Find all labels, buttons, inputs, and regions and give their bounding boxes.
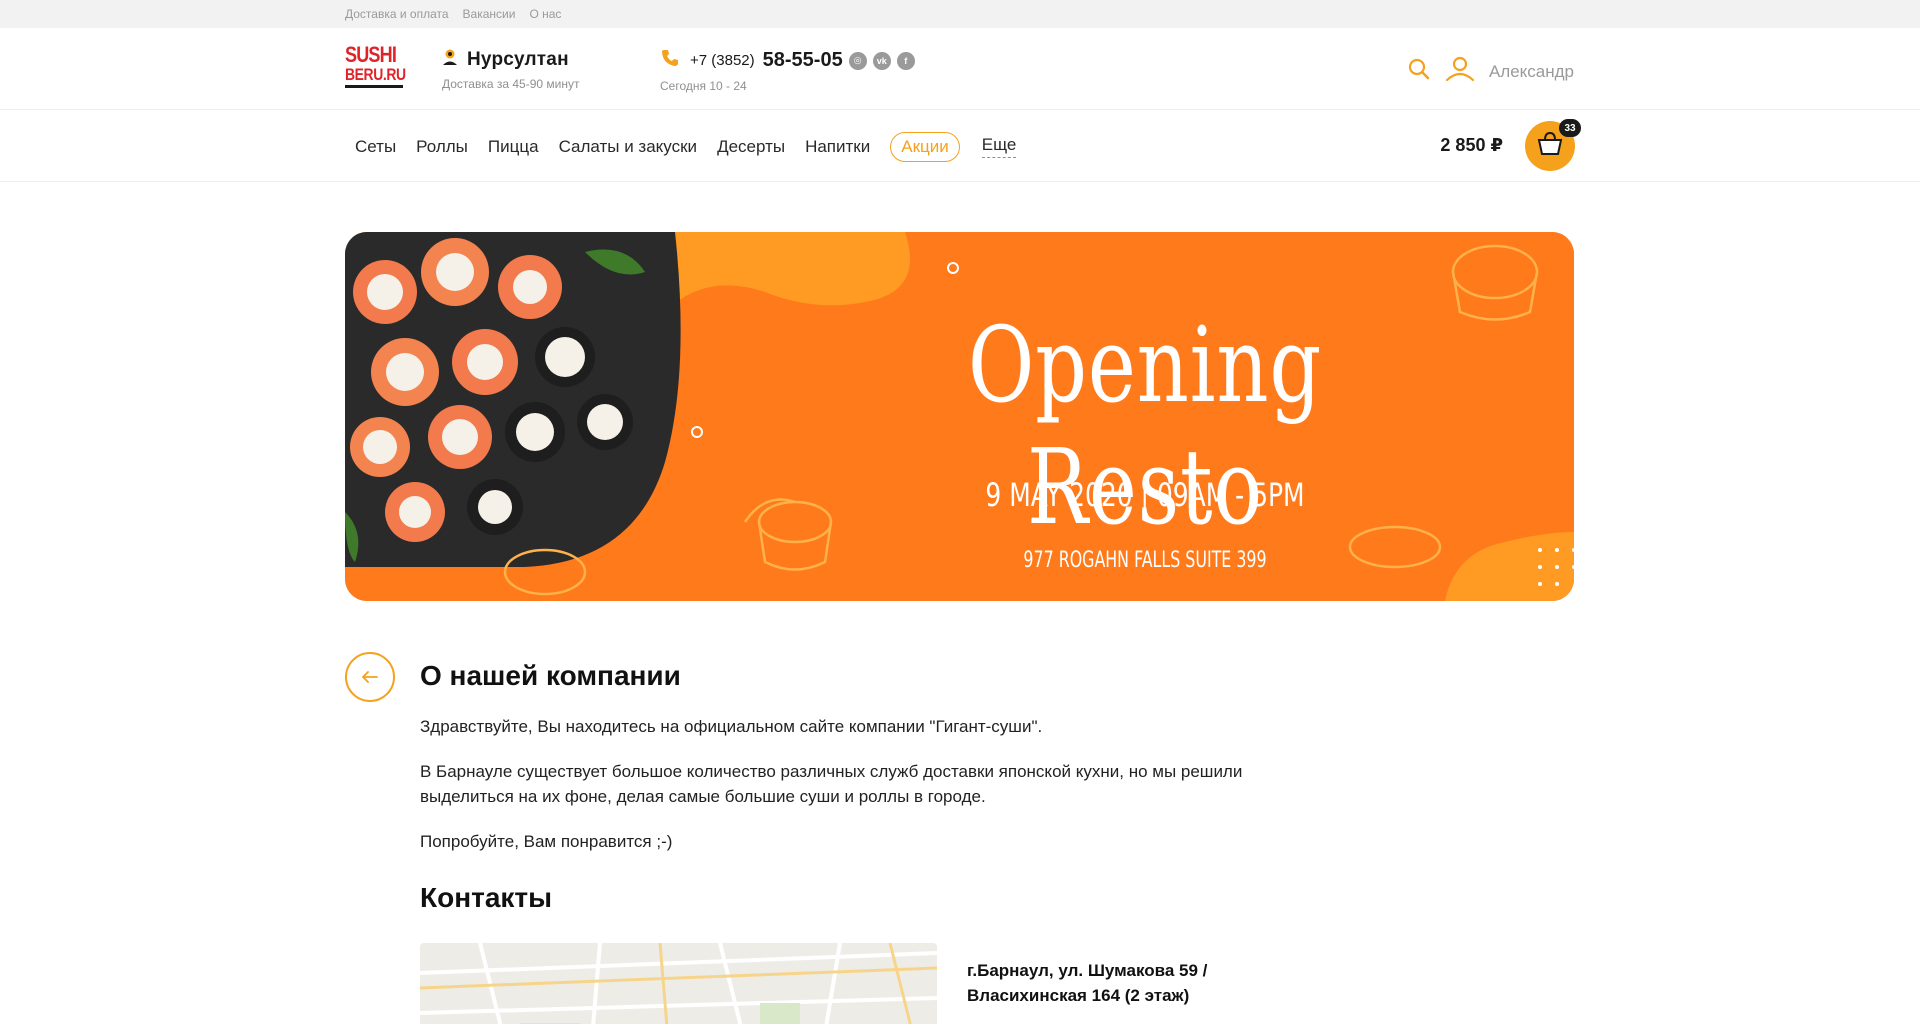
logo-text-bottom: BERU.RU xyxy=(345,65,406,84)
user-icon[interactable] xyxy=(1445,56,1475,87)
logo-underline xyxy=(345,85,403,88)
phone-block: +7 (3852) 58-55-05 ◎ vk f Сегодня 10 - 2… xyxy=(660,48,915,93)
phone-prefix[interactable]: +7 (3852) xyxy=(690,52,755,69)
header-right: Александр xyxy=(1407,56,1574,87)
city-name: Нурсултан xyxy=(467,48,569,70)
header: SUSHI BERU.RU Нурсултан Доставка за 45-9… xyxy=(0,28,1920,110)
phone-icon xyxy=(660,48,680,73)
nav-item-more[interactable]: Еще xyxy=(981,135,1017,158)
contacts-title: Контакты xyxy=(420,882,553,913)
paragraph-greeting: Здравствуйте, Вы находитесь на официальн… xyxy=(420,717,1043,736)
topbar-links: Доставка и оплата Вакансии О нас xyxy=(345,0,561,28)
topbar: Доставка и оплата Вакансии О нас xyxy=(0,0,1920,28)
about-content: О нашей компании Здравствуйте, Вы находи… xyxy=(420,660,1250,914)
page-title: О нашей компании xyxy=(420,660,681,691)
map[interactable] xyxy=(420,943,937,1024)
nav-item-sets[interactable]: Сеты xyxy=(345,137,406,157)
promo-banner[interactable]: Opening Resto 9 MAY 2020 | 09AM - 5PM 97… xyxy=(345,232,1574,601)
back-button[interactable] xyxy=(345,652,395,702)
working-hours: Сегодня 10 - 24 xyxy=(660,79,747,93)
back-arrow-icon xyxy=(361,667,378,688)
nav-item-rolls[interactable]: Роллы xyxy=(406,137,478,157)
nav-item-drinks[interactable]: Напитки xyxy=(795,137,880,157)
nav-item-salads[interactable]: Салаты и закуски xyxy=(549,137,708,157)
paragraph-about: В Барнауле существует большое количество… xyxy=(420,762,1243,806)
nav-item-pizza[interactable]: Пицца xyxy=(478,137,549,157)
map-tiles xyxy=(420,943,937,1024)
banner-date: 9 MAY 2020 | 09AM - 5PM xyxy=(985,476,1305,514)
contact-address: г.Барнаул, ул. Шумакова 59 / Власихинска… xyxy=(967,961,1208,1005)
nav-item-desserts[interactable]: Десерты xyxy=(707,137,795,157)
cart-button[interactable]: 33 xyxy=(1525,119,1581,171)
topbar-link-delivery[interactable]: Доставка и оплата xyxy=(345,7,449,21)
user-name[interactable]: Александр xyxy=(1489,62,1574,82)
cart-icon xyxy=(1536,131,1564,162)
banner-address: 977 ROGAHN FALLS SUITE 399 xyxy=(1023,548,1267,573)
topbar-link-vacancies[interactable]: Вакансии xyxy=(463,7,516,21)
location-pin-icon xyxy=(442,48,458,71)
cart-count-badge: 33 xyxy=(1559,119,1581,137)
paragraph-try: Попробуйте, Вам понравится ;-) xyxy=(420,832,673,851)
delivery-time: Доставка за 45-90 минут xyxy=(442,77,580,91)
facebook-icon[interactable]: f xyxy=(896,51,915,70)
city-selector[interactable]: Нурсултан Доставка за 45-90 минут xyxy=(442,48,580,92)
logo-text-top: SUSHI xyxy=(345,42,397,67)
nav-item-promo[interactable]: Акции xyxy=(890,131,960,162)
phone-number[interactable]: 58-55-05 xyxy=(763,49,843,72)
search-icon[interactable] xyxy=(1407,57,1431,86)
instagram-icon[interactable]: ◎ xyxy=(848,51,867,70)
cart-total: 2 850 ₽ xyxy=(1440,135,1503,155)
topbar-link-about[interactable]: О нас xyxy=(529,7,561,21)
category-nav: Сеты Роллы Пицца Салаты и закуски Десерт… xyxy=(0,111,1920,182)
vk-icon[interactable]: vk xyxy=(872,51,891,70)
logo[interactable]: SUSHI BERU.RU xyxy=(345,44,407,96)
